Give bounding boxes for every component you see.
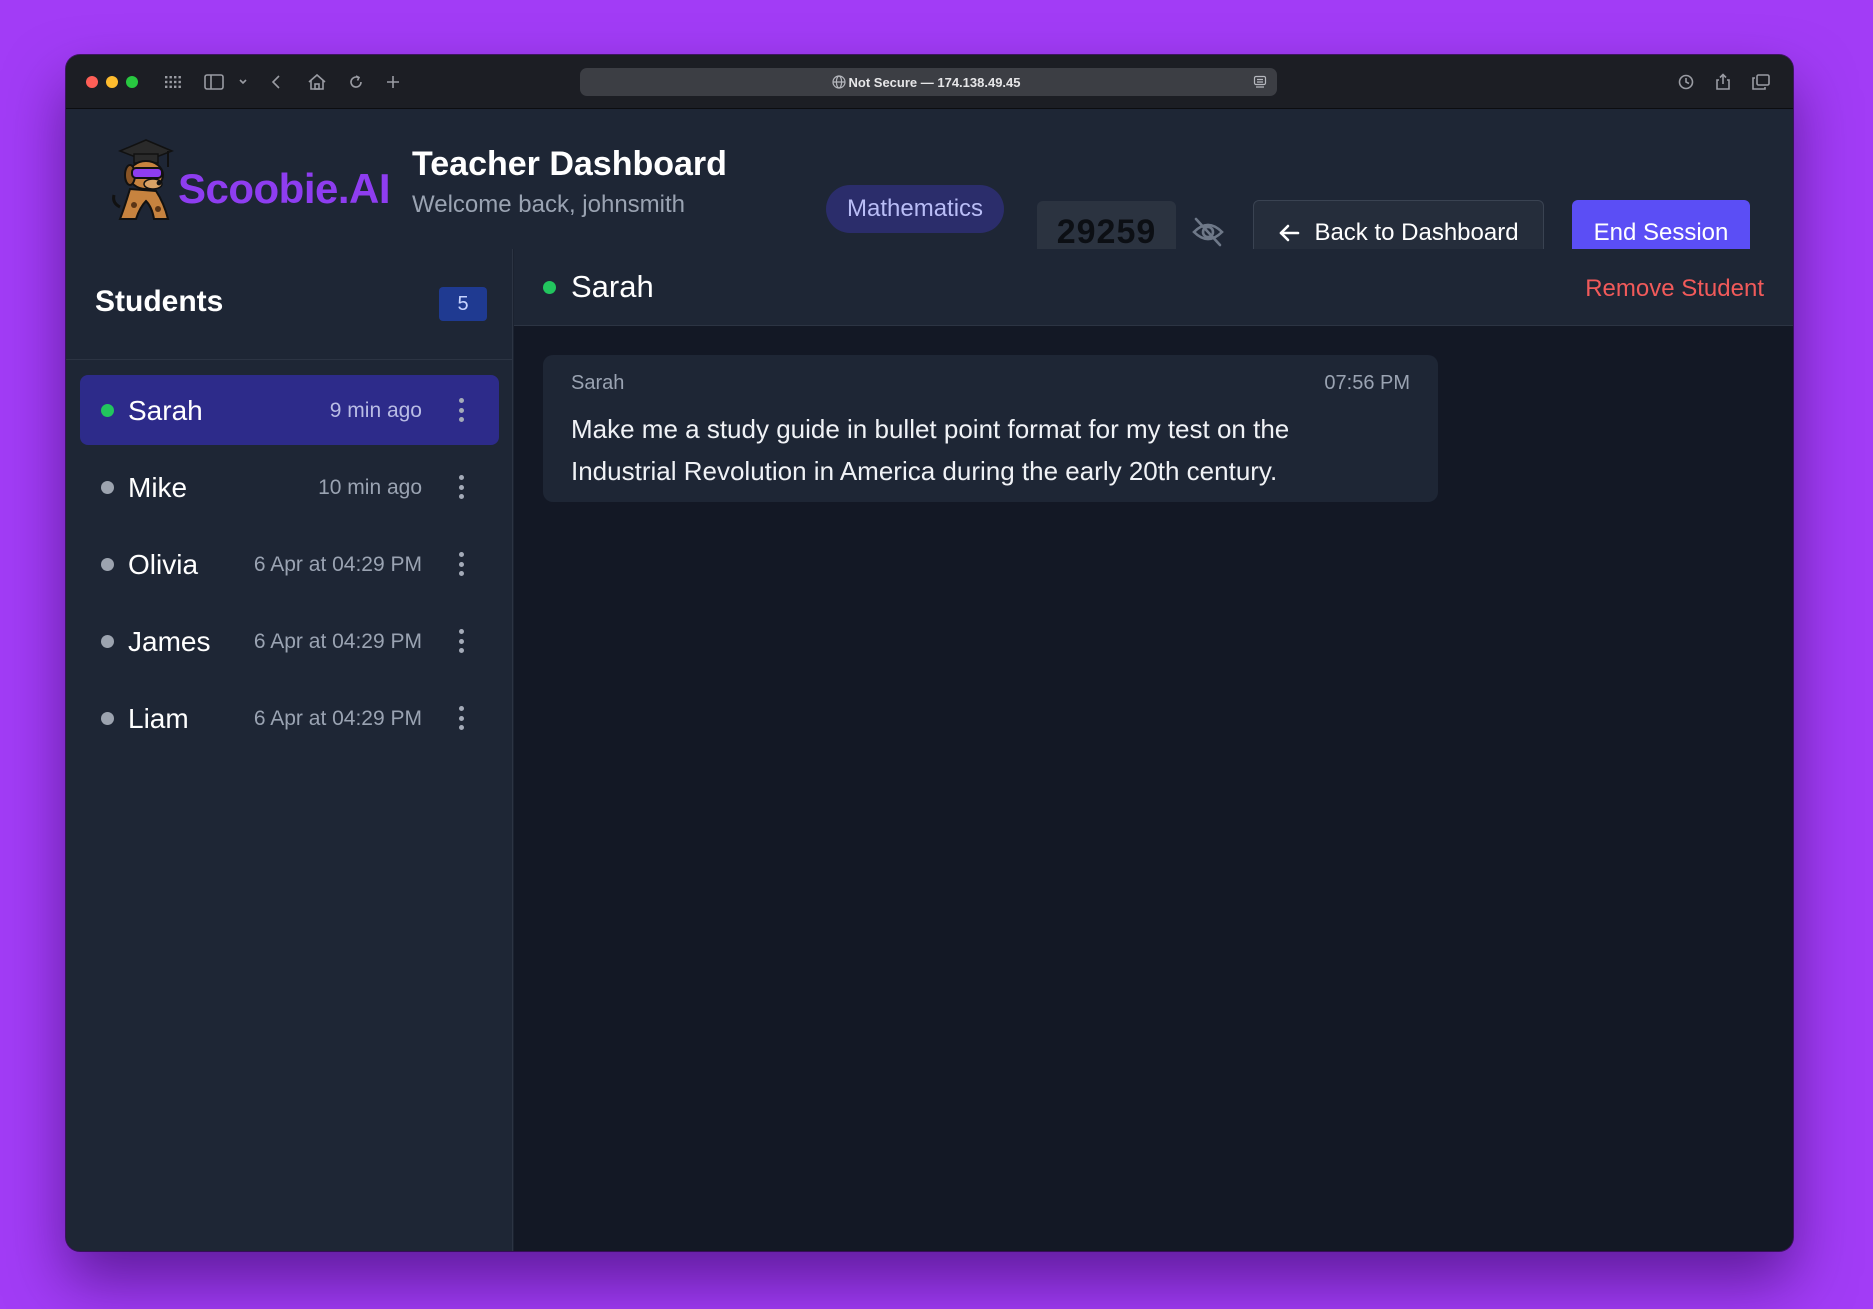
- student-count-badge: 5: [439, 287, 487, 321]
- share-icon[interactable]: [1713, 69, 1733, 95]
- close-window-button[interactable]: [86, 76, 98, 88]
- chat-header: Sarah Remove Student: [514, 249, 1793, 326]
- app-header: Scoobie.AI Teacher Dashboard Welcome bac…: [66, 109, 1793, 265]
- arrow-left-icon: [1280, 224, 1300, 241]
- student-name: Liam: [128, 703, 189, 734]
- student-name: James: [128, 626, 211, 657]
- window-controls: [86, 76, 138, 88]
- sidebar-header: Students 5: [66, 249, 512, 360]
- offline-status-dot: [101, 481, 114, 494]
- kebab-menu-icon[interactable]: [457, 706, 465, 730]
- reload-icon[interactable]: [346, 69, 366, 95]
- kebab-menu-icon[interactable]: [457, 629, 465, 653]
- reader-view-icon[interactable]: [1253, 75, 1267, 89]
- remove-student-button[interactable]: Remove Student: [1585, 275, 1764, 303]
- url-text: Not Secure — 174.138.49.45: [848, 74, 1021, 90]
- message-time: 07:56 PM: [1324, 372, 1410, 394]
- page-title: Teacher Dashboard: [412, 145, 727, 183]
- student-item-liam[interactable]: Liam 6 Apr at 04:29 PM: [80, 683, 499, 753]
- kebab-menu-icon[interactable]: [457, 552, 465, 576]
- online-status-dot: [101, 404, 114, 417]
- tabs-overview-icon[interactable]: [1750, 69, 1772, 95]
- zoom-window-button[interactable]: [126, 76, 138, 88]
- student-name: Olivia: [128, 549, 199, 580]
- student-last-active: 6 Apr at 04:29 PM: [253, 707, 422, 730]
- message-text: Make me a study guide in bullet point fo…: [571, 414, 1290, 486]
- student-item-mike[interactable]: Mike 10 min ago: [80, 452, 499, 522]
- welcome-text: Welcome back, johnsmith: [412, 191, 685, 218]
- chat-message: Sarah 07:56 PM Make me a study guide in …: [543, 355, 1438, 502]
- browser-toolbar: Not Secure — 174.138.49.45: [66, 55, 1793, 109]
- message-sender: Sarah: [571, 372, 625, 394]
- sidebar-title: Students: [95, 285, 224, 318]
- student-name: Sarah: [128, 395, 203, 426]
- minimize-window-button[interactable]: [106, 76, 118, 88]
- student-item-james[interactable]: James 6 Apr at 04:29 PM: [80, 606, 499, 676]
- student-last-active: 6 Apr at 04:29 PM: [253, 553, 422, 576]
- student-item-sarah[interactable]: Sarah 9 min ago: [80, 375, 499, 445]
- selected-student-name: Sarah: [571, 269, 654, 304]
- student-item-olivia[interactable]: Olivia 6 Apr at 04:29 PM: [80, 529, 499, 599]
- offline-status-dot: [101, 712, 114, 725]
- back-arrow-icon[interactable]: [266, 69, 286, 95]
- home-icon[interactable]: [306, 69, 328, 95]
- subject-badge: Mathematics: [826, 185, 1005, 233]
- dog-mascot-logo-icon: [112, 139, 175, 220]
- eye-slash-icon[interactable]: [1191, 217, 1225, 247]
- back-to-dashboard-label: Back to Dashboard: [1314, 218, 1519, 246]
- student-name: Mike: [128, 472, 188, 503]
- student-list: Sarah 9 min ago Mike 10 min ago Olivia 6…: [80, 375, 499, 760]
- address-bar[interactable]: Not Secure — 174.138.49.45: [580, 68, 1277, 96]
- history-icon[interactable]: [1676, 69, 1696, 95]
- offline-status-dot: [101, 558, 114, 571]
- student-last-active: 10 min ago: [318, 476, 422, 499]
- globe-icon: [832, 75, 846, 89]
- chat-panel: Sarah Remove Student Sarah 07:56 PM Make…: [514, 249, 1793, 1251]
- offline-status-dot: [101, 635, 114, 648]
- sidebar-toggle-icon[interactable]: [203, 69, 225, 95]
- grid-icon[interactable]: [162, 69, 184, 95]
- kebab-menu-icon[interactable]: [457, 398, 465, 422]
- student-last-active: 6 Apr at 04:29 PM: [253, 630, 422, 653]
- kebab-menu-icon[interactable]: [457, 475, 465, 499]
- new-tab-icon[interactable]: [383, 69, 403, 95]
- logo-wordmark[interactable]: Scoobie.AI: [178, 165, 391, 213]
- chevron-down-icon[interactable]: [236, 69, 250, 95]
- students-sidebar: Students 5 Sarah 9 min ago Mike 10 min a…: [66, 249, 513, 1251]
- student-last-active: 9 min ago: [329, 399, 422, 422]
- browser-window: Not Secure — 174.138.49.45 Scoobie.AI Te…: [66, 55, 1793, 1251]
- online-status-dot: [543, 281, 556, 294]
